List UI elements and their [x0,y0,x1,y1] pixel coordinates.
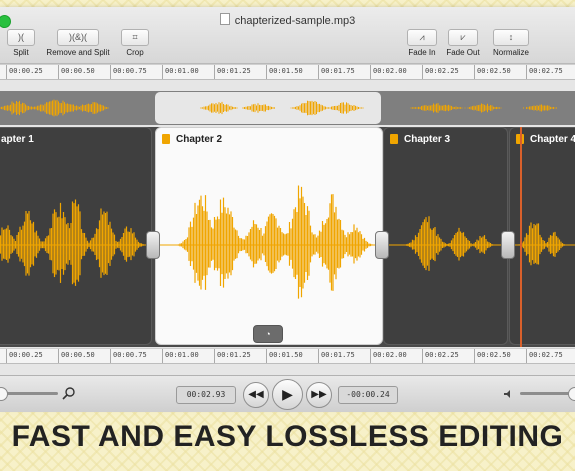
ruler-tick [162,65,163,79]
chapter-2-lane[interactable]: Chapter 2 [155,127,383,345]
volume-slider-track[interactable] [520,392,575,395]
ruler-tick [110,349,111,363]
fade-in-icon: ⩘ [407,29,437,46]
playhead[interactable] [520,127,522,347]
ruler-tick [526,65,527,79]
ruler-tick-label: 00:00.50 [61,67,95,75]
remove-and-split-button[interactable]: )(&)( Remove and Split [42,29,114,57]
marketing-headline: FAST AND EASY LOSSLESS EDITING [11,420,564,453]
chapter-1-lane[interactable]: apter 1 [0,127,152,345]
fade-in-button[interactable]: ⩘ Fade In [405,29,439,57]
ruler-tick [474,65,475,79]
chapter-3-waveform [384,216,507,271]
ruler-tick-label: 00:02.00 [373,351,407,359]
chapter-4-lane[interactable]: Chapter 4 [509,127,575,345]
timeline-ruler-top[interactable]: 00:00.25 00:00.50 00:00.75 00:01.00 00:01.25… [0,64,575,80]
ruler-tick-label: 00:01.50 [269,351,303,359]
ruler-tick-label: 00:02.75 [529,67,563,75]
ruler-tick-label: 00:02.00 [373,67,407,75]
ruler-tick-label: 00:02.75 [529,351,563,359]
fade-out-icon: ⩗ [448,29,478,46]
remove-split-icon: )(&)( [57,29,99,46]
ruler-tick [318,349,319,363]
ruler-tick-label: 00:00.50 [61,351,95,359]
document-icon [219,13,230,25]
ruler-tick [526,349,527,363]
volume-slider-knob[interactable] [568,387,575,401]
crop-button[interactable]: ⌗ Crop [118,29,152,57]
timeline-ruler-bottom[interactable]: 00:00.25 00:00.50 00:00.75 00:01.00 00:01.25… [0,348,575,364]
fade-out-button[interactable]: ⩗ Fade Out [443,29,483,57]
ruler-tick-label: 00:01.25 [217,67,251,75]
ruler-tick [474,349,475,363]
normalize-button[interactable]: ↕ Normalize [488,29,534,57]
crop-icon: ⌗ [121,29,149,46]
ruler-tick [58,349,59,363]
chapter-lanes: apter 1 Chapter 2 Chapter 3 Chapter 4 [0,127,575,347]
ruler-tick [6,349,7,363]
ruler-tick [370,65,371,79]
chapter-split-handle[interactable] [146,231,160,259]
ruler-tick [266,65,267,79]
chapter-2-waveform [156,185,382,299]
ruler-tick-label: 00:02.25 [425,67,459,75]
ruler-tick-label: 00:01.75 [321,67,355,75]
ruler-tick-label: 00:01.00 [165,67,199,75]
ruler-tick-label: 00:00.25 [9,351,43,359]
window-title: chapterized-sample.mp3 [0,13,575,27]
ruler-tick [266,349,267,363]
ruler-tick-label: 00:01.75 [321,351,355,359]
chapter-1-waveform [0,199,151,286]
ruler-tick [422,349,423,363]
rewind-icon: ◀◀ [248,389,264,400]
ruler-tick-label: 00:02.50 [477,67,511,75]
current-time-display: 00:02.93 [176,386,236,404]
ruler-tick [370,349,371,363]
magnifier-icon[interactable] [62,386,76,400]
ruler-tick-label: 00:00.75 [113,351,147,359]
ruler-tick [422,65,423,79]
ruler-tick [58,65,59,79]
app-window: chapterized-sample.mp3 )( Split )(&)( Re… [0,7,575,412]
chapter-3-lane[interactable]: Chapter 3 [383,127,508,345]
rewind-button[interactable]: ◀◀ [243,382,269,408]
ruler-tick [318,65,319,79]
fast-forward-icon: ▶▶ [311,389,327,400]
ruler-tick-label: 00:01.50 [269,67,303,75]
fast-forward-button[interactable]: ▶▶ [306,382,332,408]
play-icon: ▶ [282,386,293,402]
ruler-tick-label: 00:00.25 [9,67,43,75]
ruler-tick [162,349,163,363]
chapter-split-handle[interactable] [501,231,515,259]
ruler-tick-label: 00:02.50 [477,351,511,359]
play-button[interactable]: ▶ [272,379,303,410]
ruler-tick [110,65,111,79]
normalize-icon: ↕ [493,29,529,46]
chapter-options-button[interactable]: ◔ [253,325,283,343]
ruler-tick-label: 00:01.25 [217,351,251,359]
ruler-tick-label: 00:02.25 [425,351,459,359]
waveform-overview[interactable] [0,91,575,125]
ruler-tick-label: 00:01.00 [165,351,199,359]
chapter-split-handle[interactable] [375,231,389,259]
ruler-tick [214,349,215,363]
ruler-tick [214,65,215,79]
split-button[interactable]: )( Split [4,29,38,57]
gauge-icon: ◔ [265,329,271,339]
overview-waveform [0,99,557,117]
remaining-time-display: -00:00.24 [338,386,398,404]
transport-bar: 00:02.93 ◀◀ ▶ ▶▶ -00:00.24 [0,375,575,412]
split-icon: )( [7,29,35,46]
ruler-tick [6,65,7,79]
zoom-slider-knob[interactable] [0,387,8,401]
title-bar: chapterized-sample.mp3 )( Split )(&)( Re… [0,7,575,64]
zoom-slider-track[interactable] [0,392,58,395]
speaker-icon [504,390,510,398]
ruler-tick-label: 00:00.75 [113,67,147,75]
